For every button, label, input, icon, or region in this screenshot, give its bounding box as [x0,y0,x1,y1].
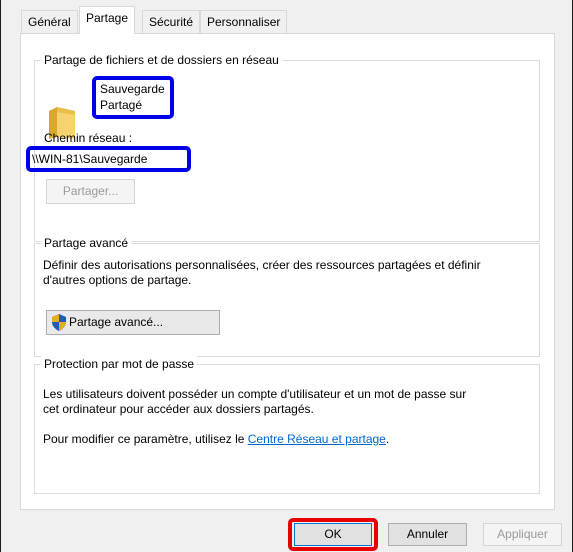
tab-general[interactable]: Général [21,10,78,33]
password-protection-text-2: cet ordinateur pour accéder aux dossiers… [43,402,314,416]
ok-button[interactable]: OK [294,523,372,546]
cancel-button[interactable]: Annuler [388,523,467,546]
advanced-sharing-description-2: d'autres options de partage. [43,273,192,287]
network-sharing-group: Partage de fichiers et de dossiers en ré… [26,52,540,242]
tab-security-label: Sécurité [149,15,194,29]
properties-dialog: Général Partage Sécurité Personnaliser P… [0,0,573,552]
share-button[interactable]: Partager... [46,179,135,204]
tab-sharing-label: Partage [86,11,129,25]
folder-name: Sauvegarde [100,82,165,96]
advanced-sharing-button[interactable]: Partage avancé... [46,310,220,335]
tab-general-label: Général [28,15,71,29]
tab-sharing[interactable]: Partage [79,6,136,34]
apply-button[interactable]: Appliquer [483,523,562,546]
sharing-tab-panel: Partage de fichiers et de dossiers en ré… [20,33,555,510]
network-path-label: Chemin réseau : [44,131,133,145]
uac-shield-icon [52,314,66,331]
network-sharing-title: Partage de fichiers et de dossiers en ré… [41,52,282,68]
tab-security[interactable]: Sécurité [142,10,201,33]
network-path-value: \\WIN-81\Sauvegarde [32,152,148,166]
password-protection-group: Protection par mot de passe Les utilisat… [34,356,540,494]
advanced-sharing-title: Partage avancé [41,235,132,251]
password-protection-text-1: Les utilisateurs doivent posséder un com… [43,387,467,401]
network-center-link[interactable]: Centre Réseau et partage [248,432,386,446]
advanced-sharing-description-1: Définir des autorisations personnalisées… [43,258,481,272]
password-protection-title: Protection par mot de passe [41,356,198,372]
modify-suffix: . [385,432,390,446]
cancel-button-label: Annuler [406,527,449,541]
modify-prefix: Pour modifier ce paramètre, utilisez le [43,432,248,446]
advanced-sharing-group: Partage avancé Définir des autorisations… [34,235,540,357]
share-button-label: Partager... [62,184,119,198]
apply-button-label: Appliquer [497,527,548,541]
ok-button-label: OK [324,527,342,541]
advanced-sharing-button-label: Partage avancé... [69,315,164,329]
share-status: Partagé [100,98,143,112]
tab-customize-label: Personnaliser [207,15,281,29]
password-protection-modify: Pour modifier ce paramètre, utilisez le … [43,432,389,447]
tab-customize[interactable]: Personnaliser [200,10,288,33]
